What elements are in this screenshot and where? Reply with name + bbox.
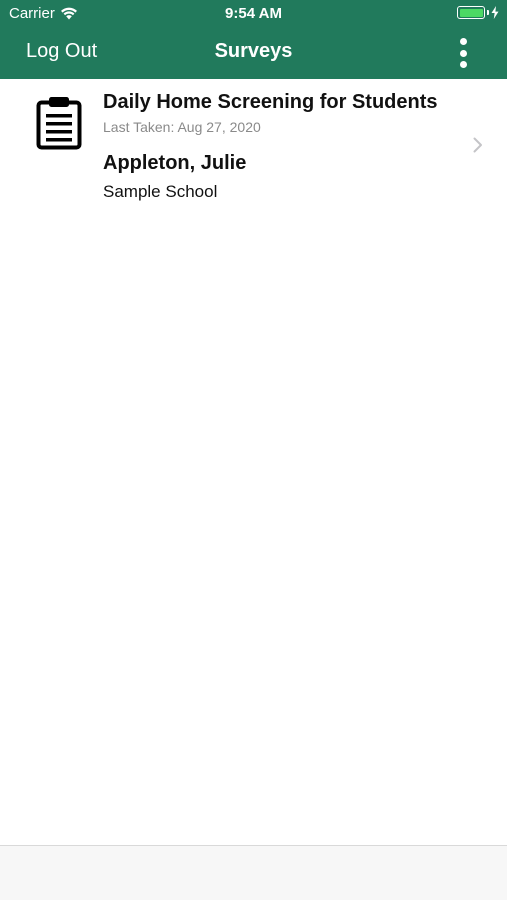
menu-dot xyxy=(459,49,467,57)
student-name: Appleton, Julie xyxy=(103,152,247,174)
survey-title: Daily Home Screening for Students xyxy=(103,91,438,113)
charging-bolt-icon xyxy=(491,6,499,19)
school-name: Sample School xyxy=(103,182,218,201)
battery-indicator xyxy=(457,6,499,19)
chevron-right-icon xyxy=(473,137,482,153)
status-time: 9:54 AM xyxy=(225,5,282,22)
survey-last-taken: Last Taken: Aug 27, 2020 xyxy=(103,119,261,135)
app-header: Carrier 9:54 AM Log Out Surveys xyxy=(0,0,507,79)
page-title: Surveys xyxy=(214,40,293,62)
battery-tip xyxy=(487,10,489,15)
menu-dot xyxy=(459,38,467,45)
status-bar: Carrier 9:54 AM xyxy=(0,0,507,28)
battery-fill xyxy=(459,8,483,17)
survey-list-item[interactable]: Daily Home Screening for Students Last T… xyxy=(0,79,507,209)
more-vertical-icon[interactable] xyxy=(451,38,475,68)
menu-dot xyxy=(459,61,467,68)
battery-icon xyxy=(457,6,485,19)
navigation-bar: Log Out Surveys xyxy=(0,28,507,79)
clipboard-icon xyxy=(36,97,82,150)
bottom-toolbar xyxy=(0,845,507,900)
